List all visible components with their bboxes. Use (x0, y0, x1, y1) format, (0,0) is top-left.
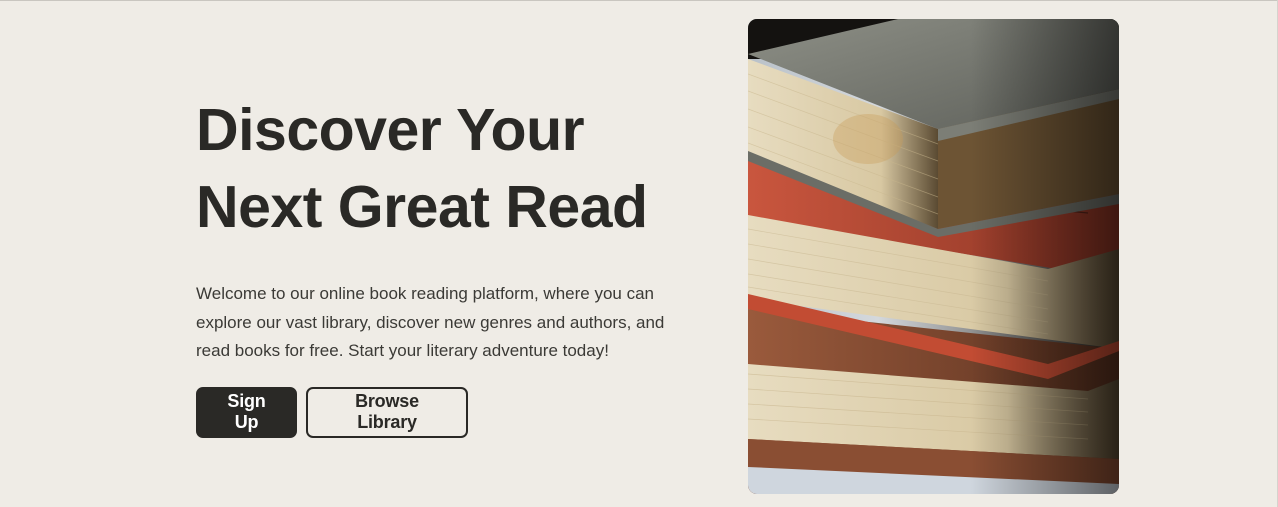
sign-up-button[interactable]: Sign Up (196, 386, 297, 438)
cta-button-group: Sign Up Browse Library (196, 386, 716, 438)
books-illustration (748, 19, 1119, 494)
browse-library-button[interactable]: Browse Library (306, 386, 468, 438)
hero-description: Welcome to our online book reading platf… (196, 284, 665, 360)
hero-books-image (748, 19, 1119, 494)
hero-section: Discover Your Next Great Read Welcome to… (196, 92, 716, 438)
top-border (0, 0, 1278, 1)
hero-title-line-1: Discover Your (196, 97, 585, 163)
hero-title: Discover Your Next Great Read (196, 92, 716, 246)
hero-title-line-2: Next Great Read (196, 174, 648, 240)
